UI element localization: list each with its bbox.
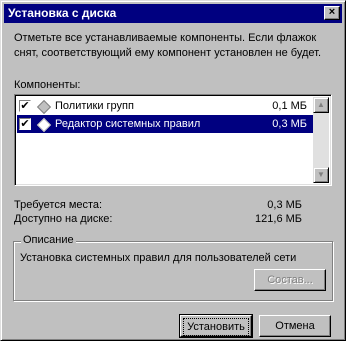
component-label: Редактор системных правил <box>55 118 201 130</box>
components-listbox[interactable]: ✔ Политики групп 0,1 МБ ✔ Редактор систе… <box>14 94 332 186</box>
description-group: Описание Установка системных правил для … <box>13 234 333 301</box>
scroll-down-icon[interactable]: ▼ <box>313 167 329 183</box>
space-required-value: 0,3 МБ <box>267 199 302 211</box>
install-button-label: Установить <box>183 318 249 336</box>
component-label: Политики групп <box>55 100 134 112</box>
space-required-label: Требуется места: <box>14 199 103 211</box>
space-available-value: 121,6 МБ <box>255 213 302 225</box>
install-button[interactable]: Установить <box>179 314 253 338</box>
component-icon <box>36 99 52 115</box>
instructions-text: Отметьте все устанавливаемые компоненты.… <box>14 32 322 59</box>
description-title: Описание <box>21 234 76 246</box>
component-checkbox[interactable]: ✔ <box>19 100 31 112</box>
component-item-group-policies[interactable]: ✔ Политики групп 0,1 МБ <box>17 97 315 115</box>
space-available-label: Доступно на диске: <box>14 213 113 225</box>
close-button[interactable]: × <box>324 6 340 20</box>
install-from-disk-dialog: Установка с диска × Отметьте все устанав… <box>0 0 346 341</box>
cancel-button[interactable]: Отмена <box>259 315 331 337</box>
details-button[interactable]: Состав... <box>254 269 326 291</box>
component-size: 0,1 МБ <box>272 100 307 112</box>
component-size: 0,3 МБ <box>272 118 307 130</box>
component-item-system-policy-editor[interactable]: ✔ Редактор системных правил 0,3 МБ <box>17 115 315 133</box>
component-icon <box>36 117 52 133</box>
component-checkbox[interactable]: ✔ <box>19 118 31 130</box>
scroll-up-icon[interactable]: ▲ <box>313 97 329 113</box>
description-text: Установка системных правил для пользоват… <box>20 252 297 264</box>
title-bar: Установка с диска × <box>4 4 342 23</box>
window-title: Установка с диска <box>8 6 117 20</box>
components-list: ✔ Политики групп 0,1 МБ ✔ Редактор систе… <box>17 97 315 183</box>
components-label: Компоненты: <box>14 79 81 91</box>
list-scrollbar[interactable]: ▲ ▼ <box>313 97 329 183</box>
